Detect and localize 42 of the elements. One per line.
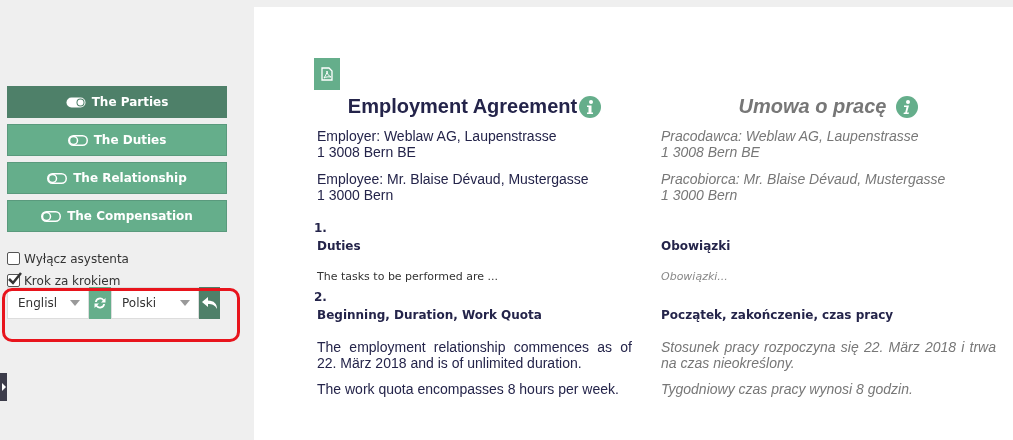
reply-arrow-icon — [201, 296, 218, 310]
pdf-icon — [321, 67, 333, 81]
toggle-off-icon — [47, 172, 68, 184]
step-tab[interactable]: The Duties — [7, 124, 227, 156]
document-title: Umowa o pracę — [738, 95, 887, 118]
clause-paragraph: The employment relationship commences as of 22. März 2018 and is of unlimited duration. — [317, 339, 632, 371]
checkbox-label: Krok za krokiem — [24, 273, 121, 288]
clause-paragraph: Tygodniowy czas pracy wynosi 8 godzin. — [661, 381, 914, 397]
toggle-on-icon — [65, 96, 86, 108]
info-icon[interactable] — [896, 95, 919, 118]
target-language-dropdown[interactable]: Polski — [111, 287, 199, 319]
section-heading: Obowiązki — [661, 239, 732, 253]
dropdown-caret-icon — [180, 300, 190, 306]
clause-text: Obowiązki... — [661, 270, 729, 283]
step-tab[interactable]: The Parties — [7, 86, 227, 118]
info-icon[interactable] — [579, 95, 602, 118]
section-heading: Duties — [317, 239, 362, 253]
clause-text: The tasks to be performed are ... — [317, 270, 500, 283]
checkbox-label: Wyłącz asystenta — [24, 251, 129, 266]
section-heading: Beginning, Duration, Work Quota — [317, 308, 543, 322]
party-paragraph: Employer: Weblaw AG, Laupenstrasse 1 3008 Bern BE — [317, 128, 558, 160]
section-heading: Początek, zakończenie, czas pracy — [661, 308, 895, 322]
section-number: 1. — [314, 221, 328, 235]
back-button[interactable] — [199, 287, 220, 319]
swap-languages-button[interactable] — [89, 287, 111, 319]
document-title: Employment Agreement — [347, 95, 578, 118]
checkbox[interactable] — [7, 274, 20, 287]
section-number: 2. — [314, 290, 328, 304]
party-paragraph: Pracodawca: Weblaw AG, Laupenstrasse 1 3008 Bern BE — [661, 128, 920, 160]
clause-paragraph: Stosunek pracy rozpoczyna się 22. März 2018 i trwa na czas nieokreślony. — [661, 339, 996, 371]
collapse-tab-icon — [0, 373, 7, 401]
clause-paragraph: The work quota encompasses 8 hours per week. — [317, 381, 620, 397]
checkbox[interactable] — [7, 252, 20, 265]
step-tab[interactable]: The Relationship — [7, 162, 227, 194]
dropdown-caret-icon — [70, 300, 80, 306]
step-tab[interactable]: The Compensation — [7, 200, 227, 232]
toggle-off-icon — [41, 210, 62, 222]
party-paragraph: Pracobiorca: Mr. Blaise Dévaud, Mustergasse 1 3000 Bern — [661, 171, 947, 203]
party-paragraph: Employee: Mr. Blaise Dévaud, Mustergasse 1 3000 Bern — [317, 171, 590, 203]
refresh-icon — [93, 296, 107, 310]
source-language-dropdown[interactable]: Englisl — [7, 287, 89, 319]
toggle-off-icon — [67, 134, 88, 146]
